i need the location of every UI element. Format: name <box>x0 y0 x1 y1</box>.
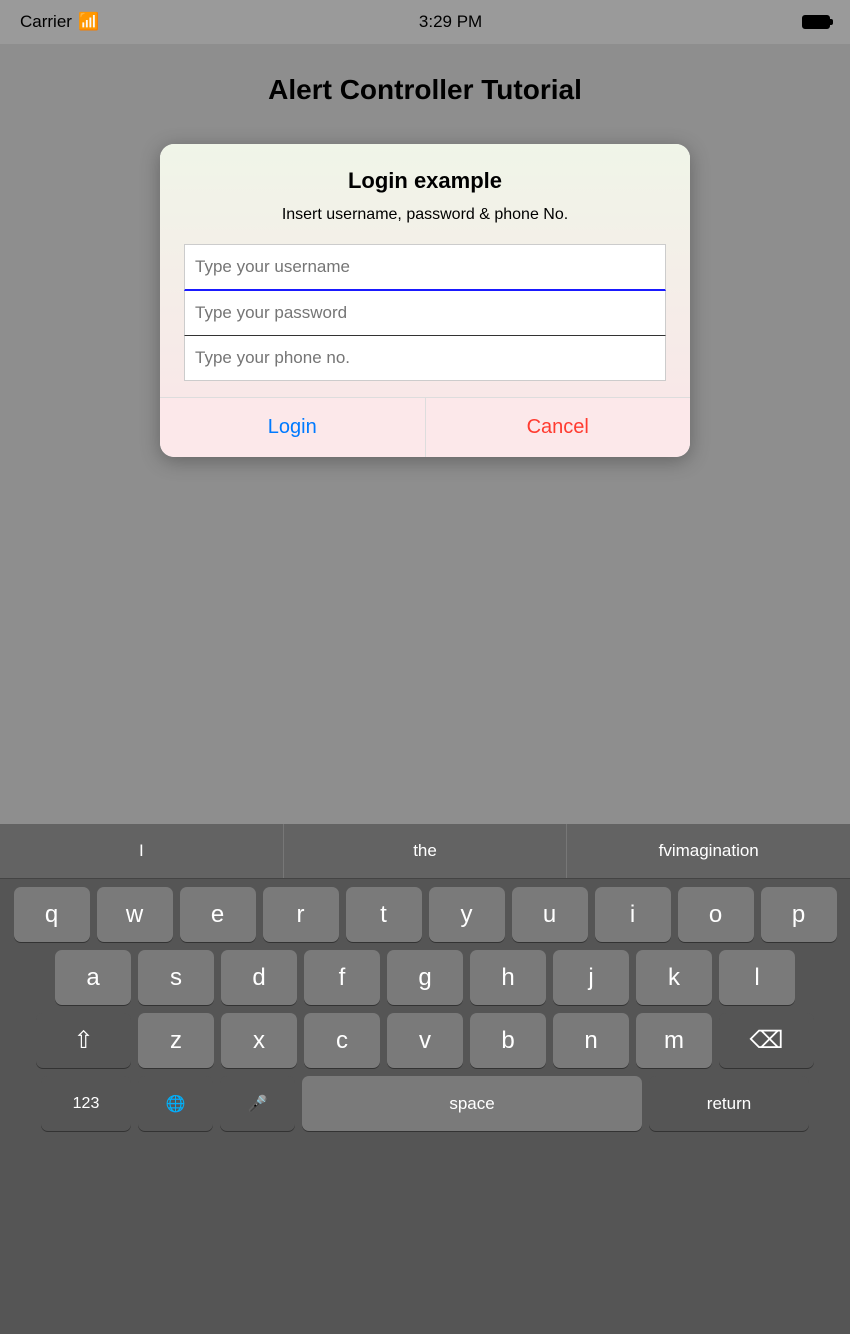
alert-title: Login example <box>184 168 666 194</box>
alert-buttons: Login Cancel <box>160 397 690 457</box>
key-g[interactable]: g <box>387 950 463 1005</box>
key-q[interactable]: q <box>14 887 90 942</box>
status-left: Carrier 📶 <box>20 12 99 32</box>
keyboard-area: I the fvimagination q w e r t y u i o p … <box>0 824 850 1334</box>
battery-area <box>802 15 830 29</box>
key-y[interactable]: y <box>429 887 505 942</box>
phone-input[interactable] <box>184 336 666 381</box>
key-o[interactable]: o <box>678 887 754 942</box>
key-a[interactable]: a <box>55 950 131 1005</box>
carrier-label: Carrier <box>20 12 72 32</box>
key-row-4: 123 🌐 🎤 space return <box>5 1076 845 1131</box>
shift-key[interactable]: ⇧ <box>36 1013 131 1068</box>
return-key[interactable]: return <box>649 1076 809 1131</box>
alert-inputs <box>184 244 666 381</box>
app-title: Alert Controller Tutorial <box>268 74 582 106</box>
key-z[interactable]: z <box>138 1013 214 1068</box>
key-j[interactable]: j <box>553 950 629 1005</box>
battery-icon <box>802 15 830 29</box>
key-e[interactable]: e <box>180 887 256 942</box>
key-p[interactable]: p <box>761 887 837 942</box>
password-input[interactable] <box>184 291 666 336</box>
time-label: 3:29 PM <box>419 12 482 32</box>
key-d[interactable]: d <box>221 950 297 1005</box>
mic-key[interactable]: 🎤 <box>220 1076 295 1131</box>
app-area: Alert Controller Tutorial Login example … <box>0 44 850 824</box>
key-u[interactable]: u <box>512 887 588 942</box>
suggestion-i[interactable]: I <box>0 824 284 878</box>
key-b[interactable]: b <box>470 1013 546 1068</box>
key-s[interactable]: s <box>138 950 214 1005</box>
wifi-icon: 📶 <box>78 12 99 32</box>
cancel-button[interactable]: Cancel <box>426 398 691 457</box>
key-row-1: q w e r t y u i o p <box>5 887 845 942</box>
backspace-key[interactable]: ⌫ <box>719 1013 814 1068</box>
keyboard-rows: q w e r t y u i o p a s d f g h j k l ⇧ … <box>0 879 850 1135</box>
key-w[interactable]: w <box>97 887 173 942</box>
key-row-2: a s d f g h j k l <box>5 950 845 1005</box>
key-n[interactable]: n <box>553 1013 629 1068</box>
alert-message: Insert username, password & phone No. <box>184 204 666 226</box>
username-input[interactable] <box>184 244 666 291</box>
status-bar: Carrier 📶 3:29 PM <box>0 0 850 44</box>
key-t[interactable]: t <box>346 887 422 942</box>
key-h[interactable]: h <box>470 950 546 1005</box>
key-x[interactable]: x <box>221 1013 297 1068</box>
suggestion-fvimagination[interactable]: fvimagination <box>567 824 850 878</box>
key-l[interactable]: l <box>719 950 795 1005</box>
suggestion-the[interactable]: the <box>284 824 568 878</box>
alert-content: Login example Insert username, password … <box>160 144 690 397</box>
key-v[interactable]: v <box>387 1013 463 1068</box>
suggestions-row: I the fvimagination <box>0 824 850 879</box>
key-i[interactable]: i <box>595 887 671 942</box>
space-key[interactable]: space <box>302 1076 642 1131</box>
key-k[interactable]: k <box>636 950 712 1005</box>
key-row-3: ⇧ z x c v b n m ⌫ <box>5 1013 845 1068</box>
login-button[interactable]: Login <box>160 398 426 457</box>
alert-dialog: Login example Insert username, password … <box>160 144 690 457</box>
key-c[interactable]: c <box>304 1013 380 1068</box>
key-f[interactable]: f <box>304 950 380 1005</box>
globe-key[interactable]: 🌐 <box>138 1076 213 1131</box>
key-r[interactable]: r <box>263 887 339 942</box>
numbers-key[interactable]: 123 <box>41 1076 131 1131</box>
key-m[interactable]: m <box>636 1013 712 1068</box>
